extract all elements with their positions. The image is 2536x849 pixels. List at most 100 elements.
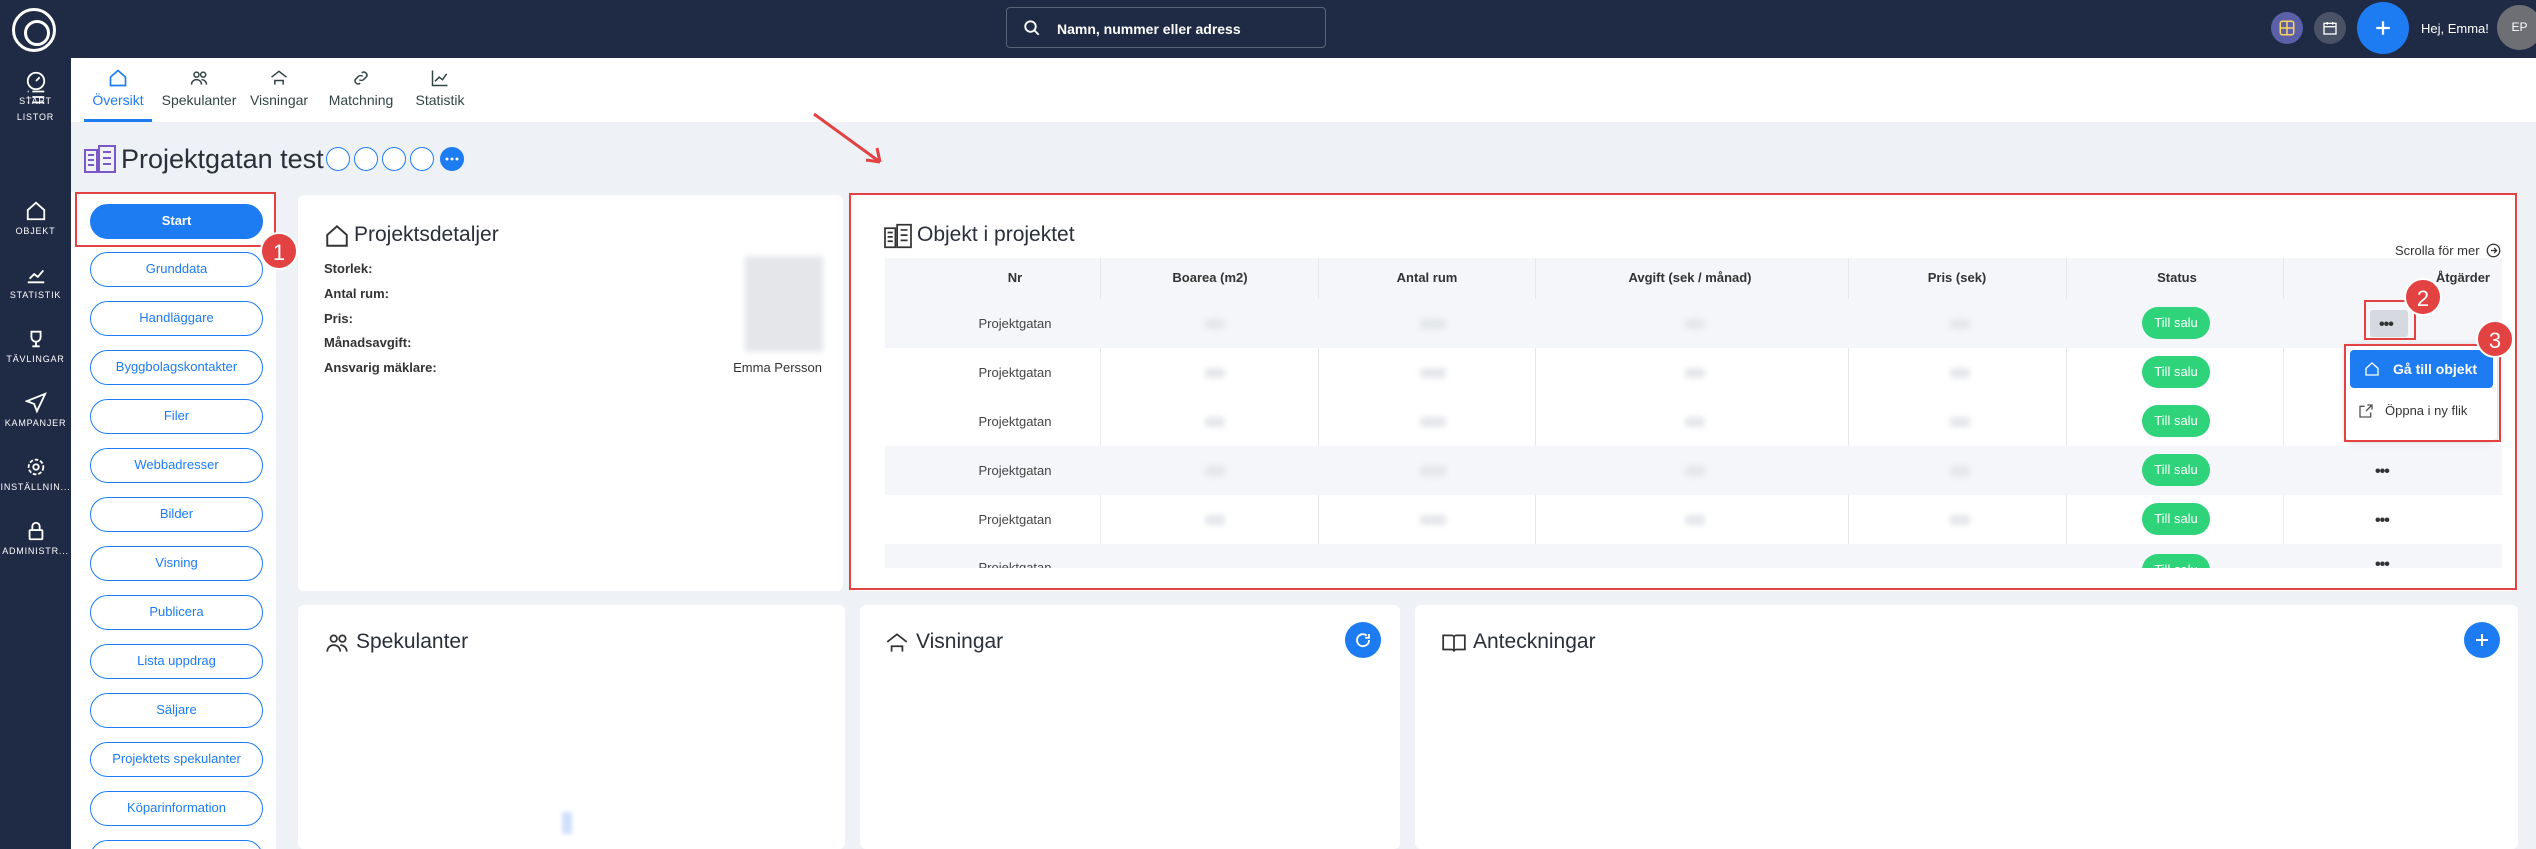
detail-label: Antal rum: [324, 286, 389, 301]
blurred-cell [1685, 417, 1705, 427]
column-header: Status [2157, 270, 2197, 285]
objects-title: Objekt i projektet [917, 223, 1075, 246]
search-icon [1024, 20, 1040, 36]
add-button[interactable] [2357, 2, 2409, 54]
users-icon [326, 634, 348, 652]
annotation-badge-3: 3 [2476, 320, 2514, 358]
search-placeholder: Namn, nummer eller adress [1057, 21, 1241, 37]
nav-objekt[interactable]: OBJEKT [0, 196, 71, 256]
blurred-cell [1205, 466, 1225, 476]
blurred-cell [1205, 417, 1225, 427]
blurred-cell [1205, 319, 1225, 329]
status-badge: Till salu [2142, 405, 2210, 437]
menu-bilder-button[interactable]: Bilder [90, 497, 263, 532]
nav-kampanjer[interactable]: KAMPANJER [0, 388, 71, 448]
home-icon [26, 201, 45, 221]
table-row[interactable]: Projektgatan Till salu ••• [885, 299, 2502, 348]
blurred-cell [1420, 368, 1446, 378]
user-greeting: Hej, Emma! [2421, 21, 2489, 36]
link-icon [354, 71, 368, 85]
nav-label: STATISTIK [9, 290, 62, 300]
tab-spekulanter[interactable]: Spekulanter [159, 58, 239, 122]
nav-tavlingar[interactable]: TÄVLINGAR [0, 324, 71, 384]
map-button[interactable] [326, 147, 350, 171]
menu-publicera-button[interactable]: Publicera [90, 595, 263, 630]
nav-administration[interactable]: ADMINISTR... [0, 516, 71, 576]
menu-koparinformation-button[interactable]: Köparinformation [90, 791, 263, 826]
table-row[interactable]: Projektgatan Till salu [885, 397, 2502, 446]
cell-nr: Projektgatan [978, 365, 1052, 380]
detail-label: Storlek: [324, 261, 373, 276]
gear-icon [27, 458, 44, 476]
plus-icon [2376, 21, 2390, 35]
tab-visningar[interactable]: Visningar [244, 58, 314, 122]
add-note-button[interactable] [2464, 622, 2500, 658]
top-bar: Namn, nummer eller adress Hej, Emma! EP [71, 0, 2536, 58]
table-row[interactable]: Projektgatan Till salu ••• [885, 544, 2502, 568]
blurred-cell [1685, 466, 1705, 476]
tab-matchning[interactable]: Matchning [325, 58, 397, 122]
menu-more-button[interactable] [90, 840, 263, 849]
menu-webbadresser-button[interactable]: Webbadresser [90, 448, 263, 483]
nav-listor-item[interactable]: LISTOR [0, 82, 71, 142]
nav-label: TÄVLINGAR [6, 354, 65, 364]
tab-oversikt[interactable]: Översikt [84, 58, 152, 122]
chart-icon [27, 269, 44, 284]
blurred-cell [1205, 515, 1225, 525]
building-icon [83, 144, 117, 174]
scroll-hint-text: Scrolla för mer [2395, 243, 2480, 258]
highlight-box-3 [2344, 344, 2501, 442]
status-badge: Till salu [2142, 503, 2210, 535]
share-button[interactable] [382, 147, 406, 171]
search-input[interactable]: Namn, nummer eller adress [1006, 7, 1326, 48]
chart-icon [431, 70, 448, 87]
blurred-cell [1205, 368, 1225, 378]
menu-handlaggare-button[interactable]: Handläggare [90, 301, 263, 336]
search-button[interactable] [354, 147, 378, 171]
calendar-button[interactable] [2314, 12, 2346, 44]
status-badge: Till salu [2142, 356, 2210, 388]
menu-filer-button[interactable]: Filer [90, 399, 263, 434]
app-logo[interactable] [12, 8, 56, 52]
details-card [298, 195, 843, 591]
column-header: Pris (sek) [1927, 270, 1987, 285]
actions-button[interactable]: ••• [2375, 512, 2390, 530]
copy-button[interactable] [410, 147, 434, 171]
anteckningar-title: Anteckningar [1473, 630, 1596, 653]
table-row[interactable]: Projektgatan Till salu [885, 348, 2502, 397]
refresh-button[interactable] [1345, 622, 1381, 658]
detail-label: Pris: [324, 311, 353, 326]
menu-byggbolagskontakter-button[interactable]: Byggbolagskontakter [90, 350, 263, 385]
menu-projektets-spekulanter-button[interactable]: Projektets spekulanter [90, 742, 263, 777]
menu-lista-uppdrag-button[interactable]: Lista uppdrag [90, 644, 263, 679]
tab-label: Visningar [249, 92, 309, 108]
menu-visning-button[interactable]: Visning [90, 546, 263, 581]
cell-nr: Projektgatan [978, 463, 1052, 478]
integrations-button[interactable] [2271, 12, 2303, 44]
blurred-cell [1420, 515, 1446, 525]
nav-statistik[interactable]: STATISTIK [0, 260, 71, 320]
actions-button[interactable]: ••• [2375, 556, 2390, 568]
more-options-button[interactable] [440, 147, 464, 171]
detail-label: Ansvarig mäklare: [324, 360, 437, 375]
visningar-title: Visningar [916, 630, 1004, 653]
status-badge: Till salu [2142, 554, 2210, 568]
avatar[interactable]: EP [2497, 5, 2536, 50]
detail-value: Emma Persson [733, 360, 822, 375]
table-row[interactable]: Projektgatan Till salu ••• [885, 495, 2502, 544]
left-navigation: START LISTOR OBJEKT STATISTIK TÄVLINGAR … [0, 0, 71, 849]
nav-installningar[interactable]: INSTÄLLNIN... [0, 452, 71, 512]
blurred-cell [1685, 515, 1705, 525]
menu-grunddata-button[interactable]: Grunddata [90, 252, 263, 287]
menu-saljare-button[interactable]: Säljare [90, 693, 263, 728]
blurred-cell [1420, 417, 1446, 427]
lock-icon [28, 521, 43, 541]
cell-nr: Projektgatan [978, 414, 1052, 429]
annotation-badge-1: 1 [260, 232, 298, 270]
nav-label: OBJEKT [15, 226, 56, 236]
cell-nr: Projektgatan [978, 560, 1052, 568]
table-row[interactable]: Projektgatan Till salu ••• [885, 446, 2502, 495]
actions-button[interactable]: ••• [2375, 463, 2390, 481]
trophy-icon [30, 330, 41, 348]
tab-statistik[interactable]: Statistik [410, 58, 470, 122]
